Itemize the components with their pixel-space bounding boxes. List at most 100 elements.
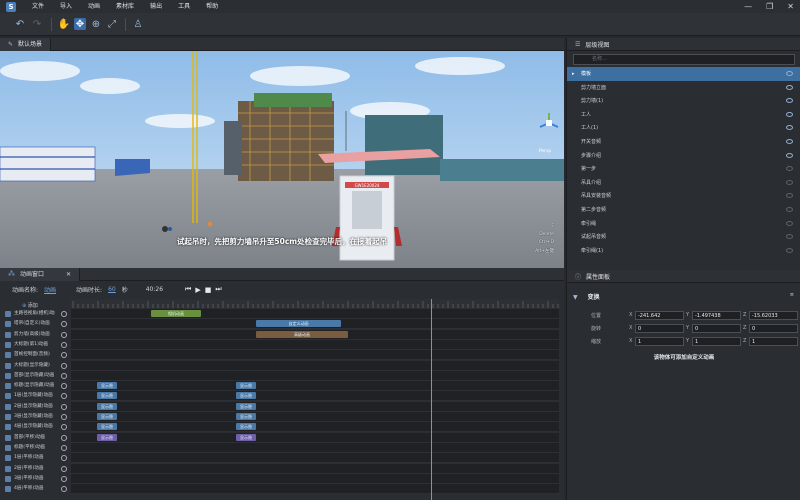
track-row[interactable]: 1层(显示隐藏)动画 显示隐 显示隐 xyxy=(0,391,564,402)
layer-item[interactable]: 开关音频 xyxy=(567,135,800,149)
track-row[interactable]: 4层(平移)动画 xyxy=(0,484,564,495)
layer-item[interactable]: 步骤介绍 xyxy=(567,149,800,163)
animation-clip[interactable]: 自定义动画 xyxy=(256,320,341,328)
visibility-eye-icon[interactable] xyxy=(786,125,793,131)
stop-icon[interactable]: ■ xyxy=(205,286,212,294)
eye-icon[interactable] xyxy=(61,434,67,441)
scale-z-field[interactable]: 1 xyxy=(749,337,798,346)
undo-icon[interactable]: ↶ xyxy=(14,18,26,30)
track-lane[interactable]: 高级动画 xyxy=(71,329,559,340)
layer-item[interactable]: 试起吊音频 xyxy=(567,230,800,244)
visibility-eye-icon[interactable] xyxy=(786,152,793,158)
track-lane[interactable]: 显示隐 显示隐 xyxy=(71,381,559,392)
menu-item[interactable]: 动画 xyxy=(80,0,108,13)
rotation-z-field[interactable]: 0 xyxy=(749,324,798,333)
track-row[interactable]: 剪力墙(高级)动画 高级动画 xyxy=(0,329,564,340)
rotation-y-field[interactable]: 0 xyxy=(692,324,741,333)
eye-icon[interactable] xyxy=(61,414,67,420)
scale-tool-icon[interactable]: ⤢ xyxy=(106,18,118,30)
visibility-eye-icon[interactable] xyxy=(786,179,793,185)
animation-clip[interactable]: 显示隐 xyxy=(236,392,256,400)
track-lane[interactable]: 显示隐 显示隐 xyxy=(71,391,559,402)
expand-icon[interactable]: ▸ xyxy=(572,67,575,81)
track-lane[interactable]: 相机动画 xyxy=(71,309,559,319)
eye-icon[interactable] xyxy=(61,372,67,379)
menu-item[interactable]: 素材库 xyxy=(108,0,142,13)
layer-item[interactable]: 吊具安装音频 xyxy=(567,189,800,203)
track-lane[interactable]: 显示隐 显示隐 xyxy=(71,422,559,433)
eye-icon[interactable] xyxy=(61,331,67,338)
layer-item[interactable]: 牵引绳 xyxy=(567,217,800,231)
animation-clip[interactable]: 显示隐 xyxy=(97,392,117,400)
track-lane[interactable] xyxy=(71,484,559,495)
animation-clip[interactable]: 显示隐 xyxy=(97,382,117,390)
transform-section[interactable]: ▼ 变换 xyxy=(573,292,600,301)
redo-icon[interactable]: ↷ xyxy=(31,18,43,30)
prev-frame-icon[interactable]: ⏮ xyxy=(185,285,191,294)
track-row[interactable]: 大标题(显示隐藏) xyxy=(0,360,564,371)
scale-y-field[interactable]: 1 xyxy=(692,337,741,346)
playhead[interactable] xyxy=(431,299,432,500)
layer-item[interactable]: 剪力墙立面 xyxy=(567,81,800,95)
layer-item[interactable]: 工人 xyxy=(567,108,800,122)
close-tab-icon[interactable]: ✕ xyxy=(66,268,71,281)
track-row[interactable]: 标题(平移)动画 xyxy=(0,442,564,453)
layer-item[interactable]: ▸ 模板 xyxy=(567,67,800,81)
tab-animation-window[interactable]: ⁂ 动画窗口 ✕ xyxy=(0,267,80,281)
layer-item[interactable]: 剪力墙(1) xyxy=(567,94,800,108)
rotation-x-field[interactable]: 0 xyxy=(635,324,684,333)
animation-clip[interactable]: 显示隐 xyxy=(236,433,256,441)
track-lane[interactable] xyxy=(71,360,559,371)
track-lane[interactable] xyxy=(71,350,559,361)
next-frame-icon[interactable]: ⏭ xyxy=(215,285,221,294)
visibility-eye-icon[interactable] xyxy=(786,193,793,199)
track-row[interactable]: 1层(平移)动画 xyxy=(0,453,564,464)
minimize-button[interactable]: — xyxy=(744,0,752,13)
scale-x-field[interactable]: 1 xyxy=(635,337,684,346)
visibility-eye-icon[interactable] xyxy=(786,111,793,117)
tab-default-scene[interactable]: ✎ 默认场景 xyxy=(0,37,52,51)
eye-icon[interactable] xyxy=(61,455,67,462)
track-lane[interactable]: 显示隐 显示隐 xyxy=(71,412,559,422)
move-tool-icon[interactable]: ✥ xyxy=(74,18,86,30)
visibility-eye-icon[interactable] xyxy=(786,98,793,104)
close-window-button[interactable]: ✕ xyxy=(787,0,794,13)
eye-icon[interactable] xyxy=(61,424,67,431)
track-row[interactable]: 首部(平移)动画 显示隐 显示隐 xyxy=(0,432,564,443)
play-icon[interactable]: ▶ xyxy=(195,286,200,294)
menu-item[interactable]: 文件 xyxy=(24,0,52,13)
animation-clip[interactable]: 显示隐 xyxy=(236,423,256,431)
menu-item[interactable]: 工具 xyxy=(170,0,198,13)
animation-clip[interactable]: 显示隐 xyxy=(97,423,117,431)
eye-icon[interactable] xyxy=(61,341,67,348)
track-lane[interactable] xyxy=(71,453,559,464)
maximize-button[interactable]: ❐ xyxy=(766,0,773,13)
eye-icon[interactable] xyxy=(61,475,67,482)
track-lane[interactable] xyxy=(71,442,559,453)
visibility-eye-icon[interactable] xyxy=(786,166,793,172)
more-menu-icon[interactable]: ≡ xyxy=(790,292,794,298)
track-lane[interactable] xyxy=(71,463,559,474)
eye-icon[interactable] xyxy=(61,403,67,410)
visibility-eye-icon[interactable] xyxy=(786,139,793,144)
track-row[interactable]: 首帧控制面(音频) xyxy=(0,350,564,361)
track-row[interactable]: 主路径视角(相机)动画 相机动画 xyxy=(0,309,564,319)
animation-clip[interactable]: 显示隐 xyxy=(97,413,117,420)
track-row[interactable]: 2层(显示隐藏)动画 显示隐 显示隐 xyxy=(0,401,564,412)
track-row[interactable]: 3层(显示隐藏)动画 显示隐 显示隐 xyxy=(0,412,564,422)
visibility-eye-icon[interactable] xyxy=(786,84,793,90)
visibility-eye-icon[interactable] xyxy=(786,207,793,212)
position-z-field[interactable]: -15.62033 xyxy=(749,311,798,320)
eye-icon[interactable] xyxy=(61,311,67,317)
layer-item[interactable]: 牵引绳(1) xyxy=(567,244,800,258)
track-row[interactable]: 塔吊(自定义)动画 自定义动画 xyxy=(0,319,564,330)
layer-item[interactable]: 工人(1) xyxy=(567,121,800,135)
eye-icon[interactable] xyxy=(61,362,67,369)
visibility-eye-icon[interactable] xyxy=(786,71,793,76)
menu-item[interactable]: 输出 xyxy=(142,0,170,13)
animation-clip[interactable]: 显示隐 xyxy=(97,433,117,441)
animation-clip[interactable]: 高级动画 xyxy=(256,330,348,338)
position-x-field[interactable]: -241.642 xyxy=(635,311,684,320)
3d-viewport[interactable]: GW1E20024 Persp 试起吊时，先把剪力墙吊升至50cm处检查完毕后，… xyxy=(0,51,564,268)
animation-clip[interactable]: 相机动画 xyxy=(151,310,201,317)
